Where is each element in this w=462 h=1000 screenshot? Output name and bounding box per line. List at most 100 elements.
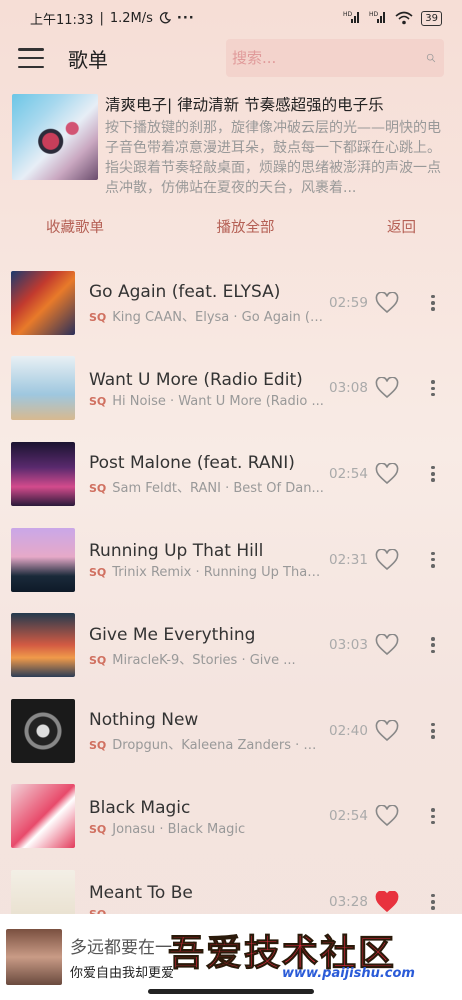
signal-icon: HD — [369, 11, 386, 23]
play-all-button[interactable]: 播放全部 — [217, 216, 275, 237]
home-indicator[interactable] — [148, 989, 314, 994]
song-meta: SQ Trinix Remix · Running Up That ... — [89, 565, 325, 580]
song-row[interactable]: Black Magic SQ Jonasu · Black Magic 02:54 — [0, 774, 462, 860]
signal-2: HD — [369, 10, 387, 27]
song-artist-album: Sam Feldt、RANI · Best Of Dan... — [112, 481, 324, 497]
song-duration: 03:08 — [329, 380, 368, 397]
song-cover — [11, 527, 75, 592]
svg-text:HD: HD — [343, 11, 353, 18]
status-bar: 上午11:33 | 1.2M/s ··· HD HD 39 — [0, 0, 462, 36]
status-divider: | — [99, 10, 104, 26]
search-box[interactable] — [226, 39, 444, 77]
song-duration: 03:03 — [329, 637, 368, 654]
song-info: Go Again (feat. ELYSA) SQ King CAAN、Elysa… — [89, 280, 325, 325]
collect-playlist-button[interactable]: 收藏歌单 — [46, 216, 104, 237]
song-cover — [11, 784, 75, 849]
song-row[interactable]: Nothing New SQ Dropgun、Kaleena Zanders · … — [0, 688, 462, 774]
back-button[interactable]: 返回 — [387, 216, 416, 237]
status-more: ··· — [176, 10, 195, 26]
heart-icon[interactable] — [375, 805, 399, 827]
playlist-actions: 收藏歌单 播放全部 返回 — [0, 208, 462, 244]
song-duration: 02:54 — [329, 808, 368, 825]
mini-player-cover — [6, 929, 62, 985]
song-info: Post Malone (feat. RANI) SQ Sam Feldt、RAN… — [89, 451, 325, 496]
search-input[interactable] — [232, 49, 426, 67]
status-speed: 1.2M/s — [109, 10, 153, 26]
song-row[interactable]: Go Again (feat. ELYSA) SQ King CAAN、Elysa… — [0, 260, 462, 346]
mini-player[interactable]: 多远都要在一 你爱自由我却更爱 吾爱技术社区 www.paijishu.com — [0, 914, 462, 1000]
song-artist-album: Jonasu · Black Magic — [112, 821, 246, 837]
playlist-text: 清爽电子| 律动清新 节奏感超强的电子乐 按下播放键的刹那，旋律像冲破云层的光—… — [105, 94, 450, 208]
song-info: Running Up That Hill SQ Trinix Remix · Ru… — [89, 539, 325, 580]
sq-badge: SQ — [89, 566, 107, 580]
song-title: Meant To Be — [89, 883, 193, 904]
song-info: Black Magic SQ Jonasu · Black Magic — [89, 796, 325, 837]
song-cover — [11, 270, 75, 335]
menu-icon[interactable] — [18, 48, 44, 68]
search-icon[interactable] — [426, 46, 436, 70]
song-title: Nothing New — [89, 710, 199, 731]
song-meta: SQ King CAAN、Elysa · Go Again (f... — [89, 306, 325, 325]
page-title: 歌单 — [68, 47, 108, 72]
song-meta: SQ Dropgun、Kaleena Zanders · N... — [89, 734, 325, 753]
heart-icon[interactable] — [375, 634, 399, 656]
song-meta: SQ Sam Feldt、RANI · Best Of Dan... — [89, 477, 325, 496]
song-meta: SQ MiracleK-9、Stories · Give ... — [89, 649, 325, 668]
heart-icon[interactable] — [375, 548, 399, 571]
watermark-url: www.paijishu.com — [282, 966, 415, 981]
song-row[interactable]: Post Malone (feat. RANI) SQ Sam Feldt、RAN… — [0, 431, 462, 517]
status-time: 上午11:33 — [30, 12, 94, 28]
song-title: Black Magic — [89, 797, 191, 818]
song-cover — [11, 698, 75, 763]
moon-icon — [159, 12, 171, 24]
song-artist-album: King CAAN、Elysa · Go Again (f... — [112, 310, 325, 326]
song-title: Want U More (Radio Edit) — [89, 369, 303, 390]
heart-filled-icon[interactable] — [375, 890, 399, 913]
more-options-icon[interactable] — [424, 891, 442, 913]
song-row[interactable]: Running Up That Hill SQ Trinix Remix · Ru… — [0, 517, 462, 603]
sq-badge: SQ — [89, 482, 107, 496]
playlist-cover — [12, 94, 98, 180]
song-artist-album: Hi Noise · Want U More (Radio ... — [112, 393, 324, 409]
more-options-icon[interactable] — [424, 720, 442, 742]
song-cover — [11, 441, 75, 506]
heart-icon[interactable] — [375, 462, 399, 485]
signal-icon: HD — [343, 11, 360, 23]
song-duration: 03:28 — [329, 893, 368, 910]
song-artist-album: MiracleK-9、Stories · Give ... — [112, 652, 296, 668]
song-duration: 02:59 — [329, 294, 368, 311]
song-cover — [11, 356, 75, 421]
song-row[interactable]: Give Me Everything SQ MiracleK-9、Stories … — [0, 602, 462, 688]
more-options-icon[interactable] — [424, 634, 442, 656]
more-options-icon[interactable] — [424, 377, 442, 399]
song-title: Go Again (feat. ELYSA) — [89, 282, 281, 303]
status-left: 上午11:33 | 1.2M/s ··· — [30, 9, 195, 28]
svg-text:HD: HD — [369, 11, 379, 18]
song-info: Give Me Everything SQ MiracleK-9、Stories … — [89, 623, 325, 668]
battery-indicator: 39 — [421, 10, 442, 26]
sq-badge: SQ — [89, 311, 107, 325]
song-row[interactable]: Want U More (Radio Edit) SQ Hi Noise · Wa… — [0, 346, 462, 432]
playlist-description: 按下播放键的刹那，旋律像冲破云层的光——明快的电子音色带着凉意漫进耳朵，鼓点每一… — [105, 120, 441, 196]
song-duration: 02:40 — [329, 722, 368, 739]
song-duration: 02:54 — [329, 465, 368, 482]
wifi-icon — [395, 11, 413, 25]
heart-icon[interactable] — [375, 377, 399, 399]
song-artist-album: Dropgun、Kaleena Zanders · N... — [112, 738, 325, 754]
more-options-icon[interactable] — [424, 292, 442, 314]
more-options-icon[interactable] — [424, 805, 442, 827]
playlist-title: 清爽电子| 律动清新 节奏感超强的电子乐 — [105, 96, 384, 114]
status-right: HD HD 39 — [343, 10, 442, 27]
heart-icon[interactable] — [375, 719, 399, 742]
heart-icon[interactable] — [375, 291, 399, 314]
more-options-icon[interactable] — [424, 463, 442, 485]
song-duration: 02:31 — [329, 551, 368, 568]
song-list: Go Again (feat. ELYSA) SQ King CAAN、Elysa… — [0, 260, 462, 945]
song-title: Post Malone (feat. RANI) — [89, 453, 295, 474]
playlist-info: 清爽电子| 律动清新 节奏感超强的电子乐 按下播放键的刹那，旋律像冲破云层的光—… — [0, 80, 462, 208]
sq-badge: SQ — [89, 653, 107, 667]
more-options-icon[interactable] — [424, 549, 442, 571]
song-info: Want U More (Radio Edit) SQ Hi Noise · Wa… — [89, 368, 325, 409]
sq-badge: SQ — [89, 739, 107, 753]
song-artist-album: Trinix Remix · Running Up That ... — [112, 565, 325, 581]
